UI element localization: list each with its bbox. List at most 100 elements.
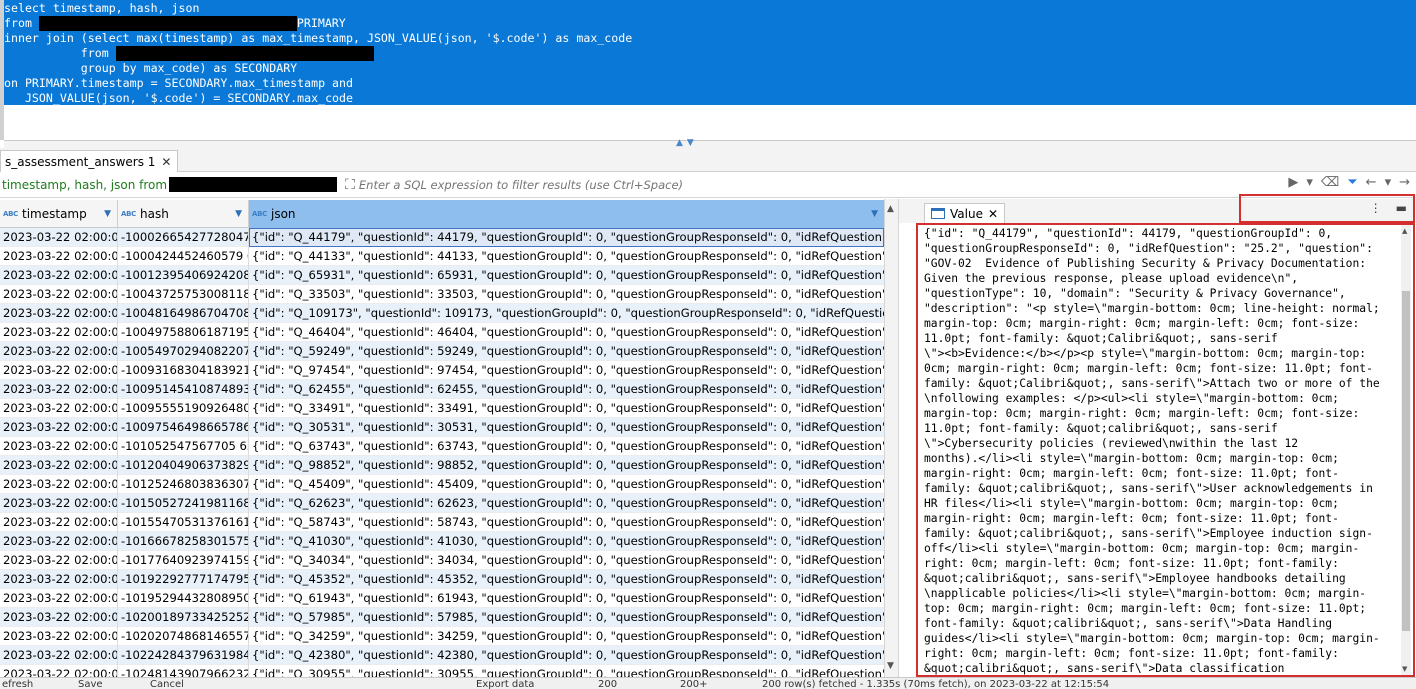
cell-timestamp[interactable]: 2023-03-22 02:00:01 [0,665,118,677]
cell-timestamp[interactable]: 2023-03-22 02:00:01 [0,456,118,475]
cell-json[interactable]: {"id": "Q_30955", "questionId": 30955, "… [249,665,884,677]
table-row[interactable]: 2023-03-22 02:00:01-1017764092397415939{… [0,551,884,570]
cell-json[interactable]: {"id": "Q_98852", "questionId": 98852, "… [249,456,884,475]
cell-json[interactable]: {"id": "Q_34034", "questionId": 34034, "… [249,551,884,570]
column-header-timestamp[interactable]: ABC timestamp ▼ [0,200,118,228]
table-row[interactable]: 2023-03-22 02:00:01-1019529443280895025{… [0,589,884,608]
filter-history-icon[interactable]: ▾ [1306,175,1313,190]
minimize-icon[interactable]: ▬ [1396,201,1407,215]
funnel-icon[interactable]: ⏷ [1347,175,1357,190]
cell-hash[interactable]: -1001239540692420829 [118,266,249,285]
more-options-icon[interactable]: ⋮ [1370,201,1382,215]
cell-timestamp[interactable]: 2023-03-22 02:00:01 [0,399,118,418]
value-text-area[interactable]: {"id": "Q_44179", "questionId": 44179, "… [916,223,1415,677]
cell-hash[interactable]: -1016667825830157572 [118,532,249,551]
cell-timestamp[interactable]: 2023-03-22 02:00:01 [0,570,118,589]
cell-timestamp[interactable]: 2023-03-22 02:00:01 [0,247,118,266]
cell-hash[interactable]: -1009754649866578619 [118,418,249,437]
sql-editor[interactable]: select timestamp, hash, json from PRIMAR… [0,0,1416,140]
cell-hash[interactable]: -1020018973342525299 [118,608,249,627]
cell-json[interactable]: {"id": "Q_61943", "questionId": 61943, "… [249,589,884,608]
table-row[interactable]: 2023-03-22 02:00:01-1024814390796623201{… [0,665,884,677]
splitter-arrows-icon[interactable]: ▲▼ [676,138,698,148]
cell-json[interactable]: {"id": "Q_45409", "questionId": 45409, "… [249,475,884,494]
cell-hash[interactable]: -1017764092397415939 [118,551,249,570]
cell-json[interactable]: {"id": "Q_62455", "questionId": 62455, "… [249,380,884,399]
table-row[interactable]: 2023-03-22 02:00:01-1004816498670470884{… [0,304,884,323]
table-row[interactable]: 2023-03-22 02:00:01-1005497029408220737{… [0,342,884,361]
table-row[interactable]: 2023-03-22 02:00:01-1016667825830157572{… [0,532,884,551]
cell-json[interactable]: {"id": "Q_97454", "questionId": 97454, "… [249,361,884,380]
cell-hash[interactable]: -1004372575300811869 [118,285,249,304]
cell-hash[interactable]: -1019529443280895025 [118,589,249,608]
cell-timestamp[interactable]: 2023-03-22 02:00:01 [0,342,118,361]
save-button[interactable]: Save [78,679,103,689]
table-row[interactable]: 2023-03-22 02:00:01-1020018973342525299{… [0,608,884,627]
cell-json[interactable]: {"id": "Q_44179", "questionId": 44179, "… [249,228,884,247]
sort-icon[interactable]: ▼ [871,209,878,219]
cell-timestamp[interactable]: 2023-03-22 02:00:01 [0,513,118,532]
cell-json[interactable]: {"id": "Q_44133", "questionId": 44133, "… [249,247,884,266]
cell-json[interactable]: {"id": "Q_30531", "questionId": 30531, "… [249,418,884,437]
panel-divider[interactable]: ▲ ▼ [884,199,898,677]
cell-timestamp[interactable]: 2023-03-22 02:00:01 [0,228,118,247]
table-row[interactable]: 2023-03-22 02:00:01-1009754649866578619{… [0,418,884,437]
cell-timestamp[interactable]: 2023-03-22 02:00:01 [0,437,118,456]
cell-timestamp[interactable]: 2023-03-22 02:00:01 [0,285,118,304]
cell-timestamp[interactable]: 2023-03-22 02:00:01 [0,494,118,513]
table-row[interactable]: 2023-03-22 02:00:01 -101505272419811689 {"… [0,494,884,513]
cell-hash[interactable]: -1024814390796623201 [118,665,249,677]
cell-json[interactable]: {"id": "Q_34259", "questionId": 34259, "… [249,627,884,646]
value-scrollbar[interactable]: ▲ ▼ [1401,225,1411,675]
table-row[interactable]: 2023-03-22 02:00:01-1001239540692420829{… [0,266,884,285]
cell-hash[interactable]: -1005497029408220737 [118,342,249,361]
cell-hash[interactable]: -101505272419811689 [118,494,249,513]
table-row[interactable]: 2023-03-22 02:00:01-1019229277717479505{… [0,570,884,589]
cell-hash[interactable]: -1012524680383630712 [118,475,249,494]
refresh-button[interactable]: efresh [2,679,33,689]
table-row[interactable]: 2023-03-22 02:00:01-1022428437963198440{… [0,646,884,665]
cell-hash[interactable]: -1009316830418392101 [118,361,249,380]
collapse-up-icon[interactable]: ▲ [887,204,894,214]
back-icon[interactable]: ← [1366,175,1377,190]
cell-hash[interactable]: -1000424452460579 68 [118,247,249,266]
cell-timestamp[interactable]: 2023-03-22 02:00:01 [0,646,118,665]
cell-timestamp[interactable]: 2023-03-22 02:00:01 [0,418,118,437]
cell-json[interactable]: {"id": "Q_59249", "questionId": 59249, "… [249,342,884,361]
cell-json[interactable]: {"id": "Q_41030", "questionId": 41030, "… [249,532,884,551]
table-row[interactable]: 2023-03-22 02:00:01-1012524680383630712{… [0,475,884,494]
scroll-thumb[interactable] [1402,291,1410,631]
history-dropdown-icon[interactable]: ▾ [1385,175,1392,190]
cell-json[interactable]: {"id": "Q_58743", "questionId": 58743, "… [249,513,884,532]
cell-json[interactable]: {"id": "Q_57985", "questionId": 57985, "… [249,608,884,627]
cell-hash[interactable]: -1004975880618719586 [118,323,249,342]
scroll-down-icon[interactable]: ▼ [1402,665,1407,673]
scroll-up-icon[interactable]: ▲ [1402,227,1407,235]
cell-json[interactable]: {"id": "Q_33491", "questionId": 33491, "… [249,399,884,418]
cell-timestamp[interactable]: 2023-03-22 02:00:01 [0,475,118,494]
fetch-size-input[interactable]: 200 [598,679,617,689]
eraser-icon[interactable]: ⌫ [1321,175,1339,190]
filter-input[interactable] [358,174,1259,195]
cell-timestamp[interactable]: 2023-03-22 02:00:01 [0,589,118,608]
cell-json[interactable]: {"id": "Q_62623", "questionId": 62623, "… [249,494,884,513]
cell-hash[interactable]: -1019229277717479505 [118,570,249,589]
column-header-hash[interactable]: ABC hash ▼ [118,200,249,228]
apply-filter-icon[interactable]: ▶ [1288,175,1298,190]
cell-timestamp[interactable]: 2023-03-22 02:00:01 [0,266,118,285]
table-row[interactable]: 2023-03-22 02:00:01-1004372575300811869{… [0,285,884,304]
cell-hash[interactable]: -101052547567705 63 [118,437,249,456]
tab-value[interactable]: Value ✕ [924,203,1006,223]
cell-json[interactable]: {"id": "Q_65931", "questionId": 65931, "… [249,266,884,285]
cell-timestamp[interactable]: 2023-03-22 02:00:01 [0,532,118,551]
cell-timestamp[interactable]: 2023-03-22 02:00:01 [0,608,118,627]
cell-json[interactable]: {"id": "Q_42380", "questionId": 42380, "… [249,646,884,665]
forward-icon[interactable]: → [1399,175,1410,190]
table-row[interactable]: 2023-03-22 02:00:01 -1000424452460579 68{… [0,247,884,266]
cell-json[interactable]: {"id": "Q_33503", "questionId": 33503, "… [249,285,884,304]
cell-hash[interactable]: -1020207486814655758 [118,627,249,646]
table-row[interactable]: 2023-03-22 02:00:01-1020207486814655758{… [0,627,884,646]
cell-hash[interactable]: -1015547053137616124 [118,513,249,532]
table-row[interactable]: 2023-03-22 02:00:01-1009316830418392101{… [0,361,884,380]
cancel-button[interactable]: Cancel [150,679,184,689]
